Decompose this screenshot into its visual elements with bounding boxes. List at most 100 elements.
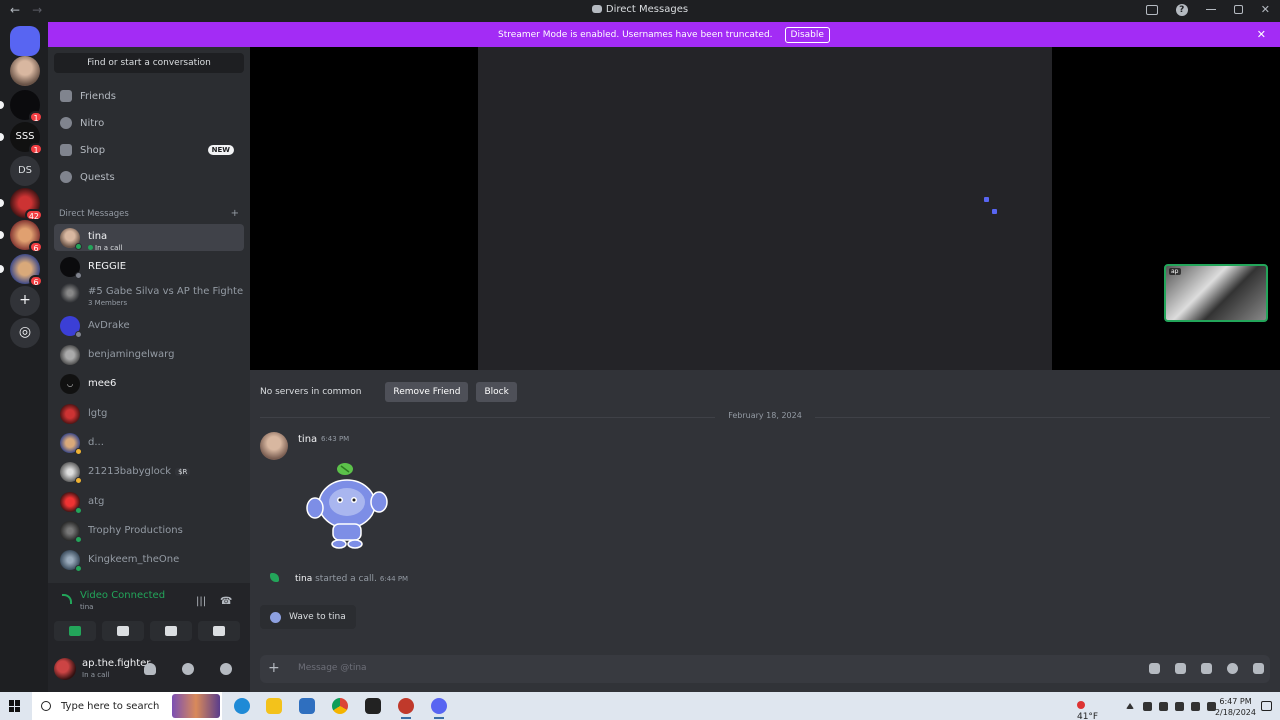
tray-app-icon[interactable] bbox=[1143, 702, 1152, 711]
call-area: ap bbox=[250, 47, 1280, 370]
discover-button[interactable]: ◎ bbox=[10, 318, 40, 348]
server-icon[interactable] bbox=[10, 56, 40, 86]
add-server-button[interactable]: + bbox=[10, 286, 40, 316]
user-panel: ap.the.fighter In a call bbox=[48, 651, 250, 692]
create-dm-icon[interactable]: + bbox=[231, 208, 239, 219]
message-author[interactable]: tina bbox=[298, 434, 317, 445]
home-button[interactable] bbox=[10, 26, 40, 56]
voice-channel[interactable]: tina bbox=[80, 603, 93, 611]
signal-icon[interactable] bbox=[62, 594, 72, 604]
discord-taskbar-icon[interactable] bbox=[431, 698, 447, 719]
shop-icon bbox=[60, 144, 72, 156]
new-badge: NEW bbox=[207, 145, 234, 155]
microphone-icon[interactable] bbox=[144, 663, 156, 675]
windows-start-icon[interactable] bbox=[9, 700, 21, 712]
dm-item-avdrake[interactable]: AvDrake bbox=[54, 312, 244, 339]
dm-item-trophy-productions[interactable]: Trophy Productions bbox=[54, 517, 244, 544]
taskbar-search-input[interactable]: Type here to search bbox=[61, 701, 159, 712]
streamer-mode-banner: Streamer Mode is enabled. Usernames have… bbox=[48, 22, 1280, 47]
capcut-icon[interactable] bbox=[365, 698, 381, 714]
maximize-icon[interactable] bbox=[1233, 5, 1243, 14]
voice-status[interactable]: Video Connected bbox=[80, 590, 165, 601]
edge-icon[interactable] bbox=[234, 698, 250, 714]
camera-button[interactable] bbox=[54, 621, 96, 641]
dm-item-21213babyglock[interactable]: 21213babyglock $R bbox=[54, 458, 244, 485]
help-icon[interactable]: ? bbox=[1175, 3, 1188, 16]
find-conversation-button[interactable]: Find or start a conversation bbox=[54, 53, 244, 73]
title-bar: ← → Direct Messages ? ✕ bbox=[0, 0, 1280, 22]
dm-item-kingkeem[interactable]: Kingkeem_theOne bbox=[54, 546, 244, 573]
close-banner-icon[interactable]: ✕ bbox=[1257, 28, 1266, 41]
server-icon[interactable]: 6 bbox=[0, 254, 43, 287]
file-explorer-icon[interactable] bbox=[266, 698, 282, 714]
gif-icon[interactable] bbox=[1175, 663, 1186, 674]
mention-badge: 6 bbox=[29, 275, 43, 287]
weather-widget[interactable]: 41°F Cloudy bbox=[1076, 701, 1108, 720]
group-avatar bbox=[60, 282, 80, 303]
store-icon[interactable] bbox=[299, 698, 315, 714]
clan-tag: $R bbox=[175, 467, 191, 476]
gift-icon[interactable] bbox=[1149, 663, 1160, 674]
main-panel: ap No servers in common Remove Friend Bl… bbox=[250, 47, 1280, 692]
status-online bbox=[75, 242, 82, 250]
attach-plus-icon[interactable]: + bbox=[268, 660, 280, 676]
minimize-icon[interactable] bbox=[1205, 9, 1216, 10]
server-ds[interactable]: DS bbox=[10, 156, 40, 186]
dm-item-lgtg[interactable]: lgtg bbox=[54, 400, 244, 427]
date-divider: February 18, 2024 bbox=[260, 411, 1270, 423]
window-controls: ? ✕ bbox=[1145, 3, 1270, 16]
battery-icon[interactable] bbox=[1175, 702, 1184, 711]
username[interactable]: ap.the.fighter bbox=[82, 658, 150, 669]
message-avatar[interactable] bbox=[260, 432, 288, 460]
nav-quests[interactable]: Quests bbox=[54, 165, 244, 189]
screen-share-button[interactable] bbox=[102, 621, 144, 641]
tray-app-icon[interactable] bbox=[1159, 702, 1168, 711]
activities-button[interactable] bbox=[150, 621, 192, 641]
nav-shop[interactable]: Shop NEW bbox=[54, 138, 244, 162]
soundboard-button[interactable] bbox=[198, 621, 240, 641]
headphones-icon[interactable] bbox=[182, 663, 194, 675]
notification-center-icon[interactable] bbox=[1261, 701, 1272, 711]
server-icon[interactable]: SSS 1 bbox=[0, 122, 43, 155]
dm-item-reggie[interactable]: REGGIE bbox=[54, 253, 244, 280]
server-icon[interactable]: 1 bbox=[0, 90, 43, 123]
self-video-preview[interactable]: ap bbox=[1164, 264, 1268, 322]
emoji-icon[interactable] bbox=[1227, 663, 1238, 674]
block-button[interactable]: Block bbox=[476, 382, 517, 402]
wifi-icon[interactable] bbox=[1191, 702, 1200, 711]
remove-friend-button[interactable]: Remove Friend bbox=[385, 382, 469, 402]
dm-item-d[interactable]: d... bbox=[54, 429, 244, 456]
settings-gear-icon[interactable] bbox=[220, 663, 232, 675]
dm-item-atg[interactable]: atg bbox=[54, 488, 244, 515]
sticker-icon[interactable] bbox=[1201, 663, 1212, 674]
discord-small-icon bbox=[591, 5, 602, 13]
apps-icon[interactable] bbox=[1253, 663, 1264, 674]
tray-chevron-icon[interactable] bbox=[1126, 703, 1134, 709]
taskbar-clock[interactable]: 6:47 PM 2/18/2024 bbox=[1215, 696, 1256, 718]
nav-nitro[interactable]: Nitro bbox=[54, 111, 244, 135]
status-online bbox=[75, 564, 82, 572]
message-input[interactable]: Message @tina bbox=[298, 663, 367, 673]
dm-sidebar: Find or start a conversation Friends Nit… bbox=[48, 47, 250, 583]
dm-item-benjamingelwarg[interactable]: benjamingelwarg bbox=[54, 341, 244, 368]
inbox-icon[interactable] bbox=[1145, 4, 1158, 15]
disconnect-icon[interactable]: ☎ bbox=[220, 596, 232, 607]
dm-item-tina[interactable]: tina In a call bbox=[54, 224, 244, 252]
dm-item-mee6[interactable]: ◡ mee6 bbox=[54, 370, 244, 397]
dm-item-group[interactable]: #5 Gabe Silva vs AP the Fighter 3 Members bbox=[54, 279, 244, 307]
wave-button[interactable]: Wave to tina bbox=[260, 605, 356, 629]
close-window-icon[interactable]: ✕ bbox=[1261, 3, 1270, 16]
user-avatar[interactable] bbox=[54, 658, 76, 680]
obs-icon[interactable] bbox=[398, 698, 414, 719]
taskbar-search[interactable]: Type here to search bbox=[32, 692, 222, 720]
noise-suppression-icon[interactable]: ||| bbox=[196, 596, 206, 607]
discord-app: ← → Direct Messages ? ✕ 1 SSS 1 DS 42 6 6… bbox=[0, 0, 1280, 720]
status-offline bbox=[75, 330, 82, 338]
nav-friends[interactable]: Friends bbox=[54, 84, 244, 108]
wumpus-wave-sticker[interactable] bbox=[305, 458, 389, 552]
call-video-tile[interactable] bbox=[478, 47, 1052, 370]
chrome-icon[interactable] bbox=[332, 698, 348, 714]
server-icon[interactable]: 42 bbox=[0, 188, 43, 221]
server-icon[interactable]: 6 bbox=[0, 220, 43, 253]
disable-streamer-button[interactable]: Disable bbox=[784, 26, 830, 43]
